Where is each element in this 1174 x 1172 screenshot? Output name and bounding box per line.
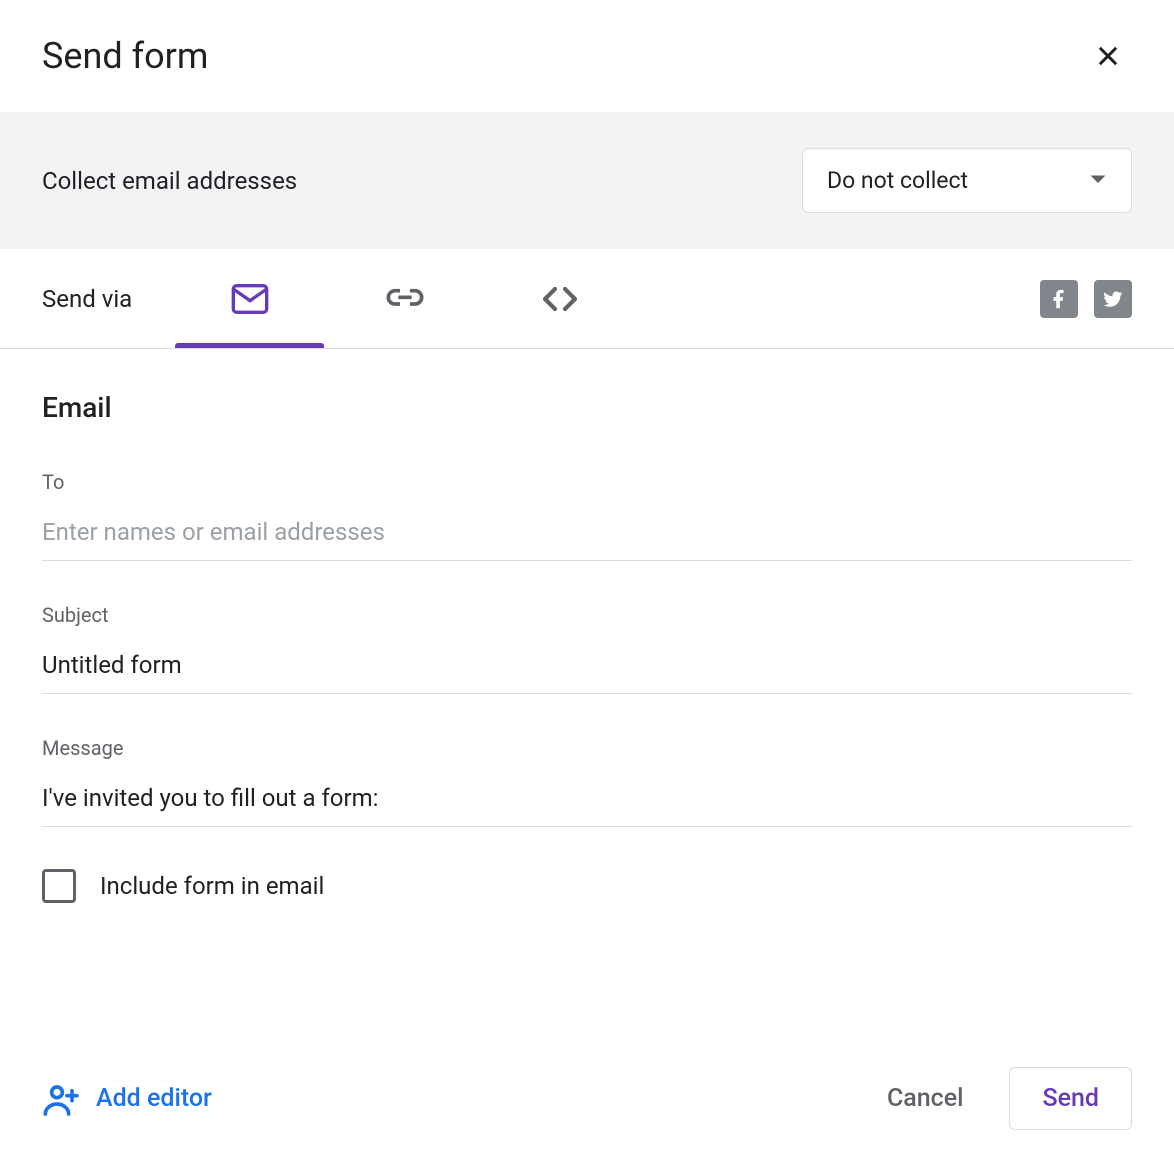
tab-email[interactable] xyxy=(172,249,327,348)
twitter-icon xyxy=(1102,288,1124,310)
tab-embed[interactable] xyxy=(482,249,637,348)
add-editor-label: Add editor xyxy=(96,1084,212,1113)
send-via-label: Send via xyxy=(42,285,132,313)
to-field: To xyxy=(42,470,1132,561)
to-label: To xyxy=(42,470,1132,494)
to-input[interactable] xyxy=(42,510,1132,561)
send-via-row: Send via xyxy=(0,249,1174,349)
email-section: Email To Subject Message Include form in… xyxy=(0,349,1174,1043)
email-section-title: Email xyxy=(42,391,1132,424)
collect-email-row: Collect email addresses Do not collect xyxy=(0,112,1174,249)
subject-label: Subject xyxy=(42,603,1132,627)
footer-actions: Cancel Send xyxy=(865,1067,1132,1130)
include-form-row: Include form in email xyxy=(42,869,1132,903)
close-button[interactable] xyxy=(1084,32,1132,80)
link-icon xyxy=(385,279,425,319)
subject-field: Subject xyxy=(42,603,1132,694)
tab-link[interactable] xyxy=(327,249,482,348)
message-label: Message xyxy=(42,736,1132,760)
send-via-tabs xyxy=(172,249,637,348)
person-add-icon xyxy=(42,1079,82,1119)
message-input[interactable] xyxy=(42,776,1132,827)
include-form-label: Include form in email xyxy=(100,872,324,900)
code-icon xyxy=(540,279,580,319)
include-form-checkbox[interactable] xyxy=(42,869,76,903)
facebook-icon xyxy=(1048,288,1070,310)
message-field: Message xyxy=(42,736,1132,827)
dialog-header: Send form xyxy=(0,0,1174,112)
share-facebook-button[interactable] xyxy=(1040,280,1078,318)
dialog-title: Send form xyxy=(42,35,208,77)
collect-email-label: Collect email addresses xyxy=(42,167,297,195)
dropdown-selected-value: Do not collect xyxy=(827,167,968,194)
collect-email-dropdown[interactable]: Do not collect xyxy=(802,148,1132,213)
chevron-down-icon xyxy=(1089,171,1107,190)
cancel-button[interactable]: Cancel xyxy=(865,1068,986,1129)
add-editor-button[interactable]: Add editor xyxy=(42,1079,212,1119)
dialog-footer: Add editor Cancel Send xyxy=(0,1043,1174,1172)
send-button[interactable]: Send xyxy=(1009,1067,1132,1130)
share-twitter-button[interactable] xyxy=(1094,280,1132,318)
send-form-dialog: Send form Collect email addresses Do not… xyxy=(0,0,1174,1172)
subject-input[interactable] xyxy=(42,643,1132,694)
mail-icon xyxy=(230,279,270,319)
social-share xyxy=(1040,280,1132,318)
close-icon xyxy=(1094,42,1122,70)
